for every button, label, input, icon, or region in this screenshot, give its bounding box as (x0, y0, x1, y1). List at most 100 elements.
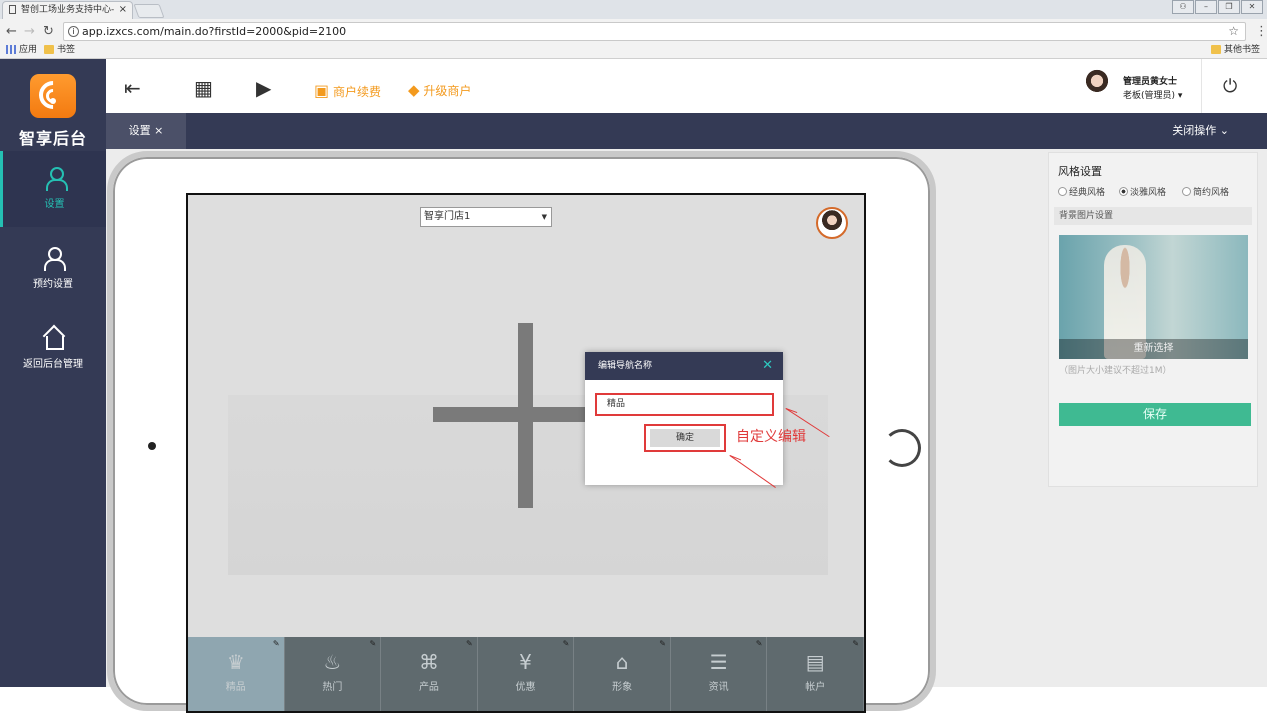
radio-selected-icon (1119, 187, 1128, 196)
store-select[interactable]: 智享门店1 ▼ (420, 207, 552, 227)
minimize-icon[interactable]: – (1195, 0, 1217, 14)
video-icon[interactable]: ▶ (256, 76, 271, 100)
save-button[interactable]: 保存 (1059, 403, 1251, 426)
background-image-preview: 重新选择 (1059, 235, 1248, 359)
sidebar-item-label: 预约设置 (33, 279, 73, 290)
radio-elegant-style[interactable]: 淡雅风格 (1119, 185, 1166, 198)
header-divider (1201, 59, 1202, 113)
folder-icon (44, 45, 54, 54)
wallet-icon: ▣ (314, 81, 330, 100)
tablet-preview-frame: 智享门店1 ▼ ✎ ♛ 精品 ✎ ♨ 热门 ✎ ⌘ 产品 ✎ ¥ 优惠 ✎ ⌂ … (107, 151, 936, 713)
confirm-button[interactable]: 确定 (650, 429, 720, 447)
menu-dots-icon[interactable]: ⋮ (1255, 24, 1267, 39)
address-bar[interactable]: i app.izxcs.com/main.do?firstId=2000&pid… (63, 22, 1246, 41)
logo-wifi-icon (30, 74, 76, 118)
home-button-icon (883, 429, 921, 467)
coupon-icon: ¥ (519, 650, 532, 674)
radio-simple-style[interactable]: 简约风格 (1182, 185, 1229, 198)
document-lines-icon: ☰ (709, 650, 728, 674)
power-icon[interactable]: ⏻ (1223, 76, 1237, 97)
dialog-title: 编辑导航名称 (598, 361, 653, 371)
edit-pencil-icon[interactable]: ✎ (563, 639, 570, 648)
info-icon[interactable]: i (68, 26, 79, 37)
page-tab-row: 设置 × 关闭操作 ⌄ (106, 113, 1267, 149)
browser-chrome: 智创工场业务支持中心- × ⚇ – ❐ ✕ ← → ↻ i app.izxcs.… (0, 0, 1267, 59)
preview-nav-bar: ✎ ♛ 精品 ✎ ♨ 热门 ✎ ⌘ 产品 ✎ ¥ 优惠 ✎ ⌂ 形象 ✎ ☰ 资… (188, 637, 864, 711)
confirm-button-highlight: 确定 (644, 424, 726, 452)
sidebar-item-label: 设置 (44, 199, 65, 210)
url-text: app.izxcs.com/main.do?firstId=2000&pid=2… (82, 25, 347, 38)
nav-item-image[interactable]: ✎ ⌂ 形象 (574, 637, 671, 711)
new-tab-button[interactable] (133, 4, 165, 18)
user-name: 管理员黄女士 (1123, 77, 1178, 87)
radio-icon (1182, 187, 1191, 196)
store-icon: ⌂ (615, 650, 629, 674)
nav-item-hot[interactable]: ✎ ♨ 热门 (284, 637, 382, 711)
crown-icon: ♛ (226, 650, 245, 674)
tab-settings[interactable]: 设置 × (106, 113, 186, 149)
renew-button[interactable]: ▣ 商户续费 (314, 81, 381, 100)
other-bookmarks[interactable]: 其他书签 (1211, 44, 1260, 56)
user-role-dropdown[interactable]: 老板(管理员) ▾ (1123, 88, 1182, 101)
edit-pencil-icon[interactable]: ✎ (756, 639, 763, 648)
id-card-icon: ▤ (805, 650, 825, 674)
sidebar: 智享后台 设置 预约设置 返回后台管理 (0, 59, 106, 687)
chevron-down-icon: ▼ (541, 213, 547, 221)
camera-dot (148, 442, 156, 450)
dialog-header: 编辑导航名称 ✕ (585, 352, 783, 380)
bookmarks-bar: 应用 书签 其他书签 (0, 42, 1267, 58)
collapse-menu-icon[interactable]: ⇤ (124, 76, 141, 100)
radio-icon (1058, 187, 1067, 196)
user-avatar[interactable] (1081, 69, 1113, 103)
restore-icon[interactable]: ❐ (1218, 0, 1240, 14)
edit-pencil-icon[interactable]: ✎ (466, 639, 473, 648)
edit-pencil-icon[interactable]: ✎ (852, 639, 859, 648)
close-operations-dropdown[interactable]: 关闭操作 ⌄ (1172, 113, 1229, 149)
upgrade-button[interactable]: ◆ 升级商户 (408, 81, 471, 99)
sidebar-item-back-admin[interactable]: 返回后台管理 (0, 311, 106, 387)
edit-pencil-icon[interactable]: ✎ (659, 639, 666, 648)
radio-classic-style[interactable]: 经典风格 (1058, 185, 1105, 198)
image-size-hint: （图片大小建议不超过1M） (1059, 366, 1172, 376)
window-controls: ⚇ – ❐ ✕ (1171, 0, 1263, 14)
sidebar-item-label: 返回后台管理 (23, 359, 83, 370)
tab-close-icon[interactable]: × (119, 2, 127, 18)
star-icon[interactable]: ☆ (1228, 23, 1239, 40)
folder-icon (1211, 45, 1221, 54)
preview-avatar[interactable] (816, 207, 848, 239)
browser-tab-title: 智创工场业务支持中心- (21, 5, 115, 15)
nav-item-featured[interactable]: ✎ ♛ 精品 (188, 637, 285, 711)
edit-nav-name-dialog: 编辑导航名称 ✕ 精品 确定 (585, 352, 783, 485)
edit-pencil-icon[interactable]: ✎ (273, 639, 280, 648)
bookmark-folder[interactable]: 书签 (44, 44, 75, 56)
flame-icon: ♨ (323, 650, 342, 674)
browser-tab-bar: 智创工场业务支持中心- × ⚇ – ❐ ✕ (0, 0, 1267, 19)
background-settings-heading: 背景图片设置 (1054, 207, 1252, 225)
bookmark-apps[interactable]: 应用 (6, 44, 37, 56)
person-icon (43, 247, 66, 271)
back-icon[interactable]: ← (6, 24, 17, 39)
browser-nav-row: ← → ↻ i app.izxcs.com/main.do?firstId=20… (0, 20, 1267, 42)
nav-item-news[interactable]: ✎ ☰ 资讯 (670, 637, 768, 711)
sidebar-item-settings[interactable]: 设置 (0, 151, 106, 227)
document-icon (9, 5, 16, 14)
sidebar-item-booking-settings[interactable]: 预约设置 (0, 231, 106, 307)
forward-icon[interactable]: → (24, 24, 35, 39)
top-header: ⇤ ▦ ▶ ▣ 商户续费 ◆ 升级商户 管理员黄女士 老板(管理员) ▾ ⏻ (106, 59, 1267, 113)
browser-tab[interactable]: 智创工场业务支持中心- × (2, 1, 133, 19)
grid-icon[interactable]: ▦ (194, 76, 213, 100)
nav-item-products[interactable]: ✎ ⌘ 产品 (381, 637, 478, 711)
close-window-icon[interactable]: ✕ (1241, 0, 1263, 14)
nav-item-discount[interactable]: ✎ ¥ 优惠 (477, 637, 575, 711)
close-icon[interactable]: ✕ (762, 352, 773, 380)
nav-name-input[interactable]: 精品 (595, 393, 774, 416)
user-icon[interactable]: ⚇ (1172, 0, 1194, 14)
store-select-value: 智享门店1 (424, 211, 471, 222)
grid-circles-icon: ⌘ (418, 650, 439, 674)
panel-title: 风格设置 (1058, 165, 1102, 178)
reselect-button[interactable]: 重新选择 (1059, 339, 1248, 359)
nav-item-account[interactable]: ✎ ▤ 帐户 (767, 637, 864, 711)
reload-icon[interactable]: ↻ (43, 24, 54, 39)
edit-pencil-icon[interactable]: ✎ (369, 639, 376, 648)
home-icon (43, 327, 64, 350)
